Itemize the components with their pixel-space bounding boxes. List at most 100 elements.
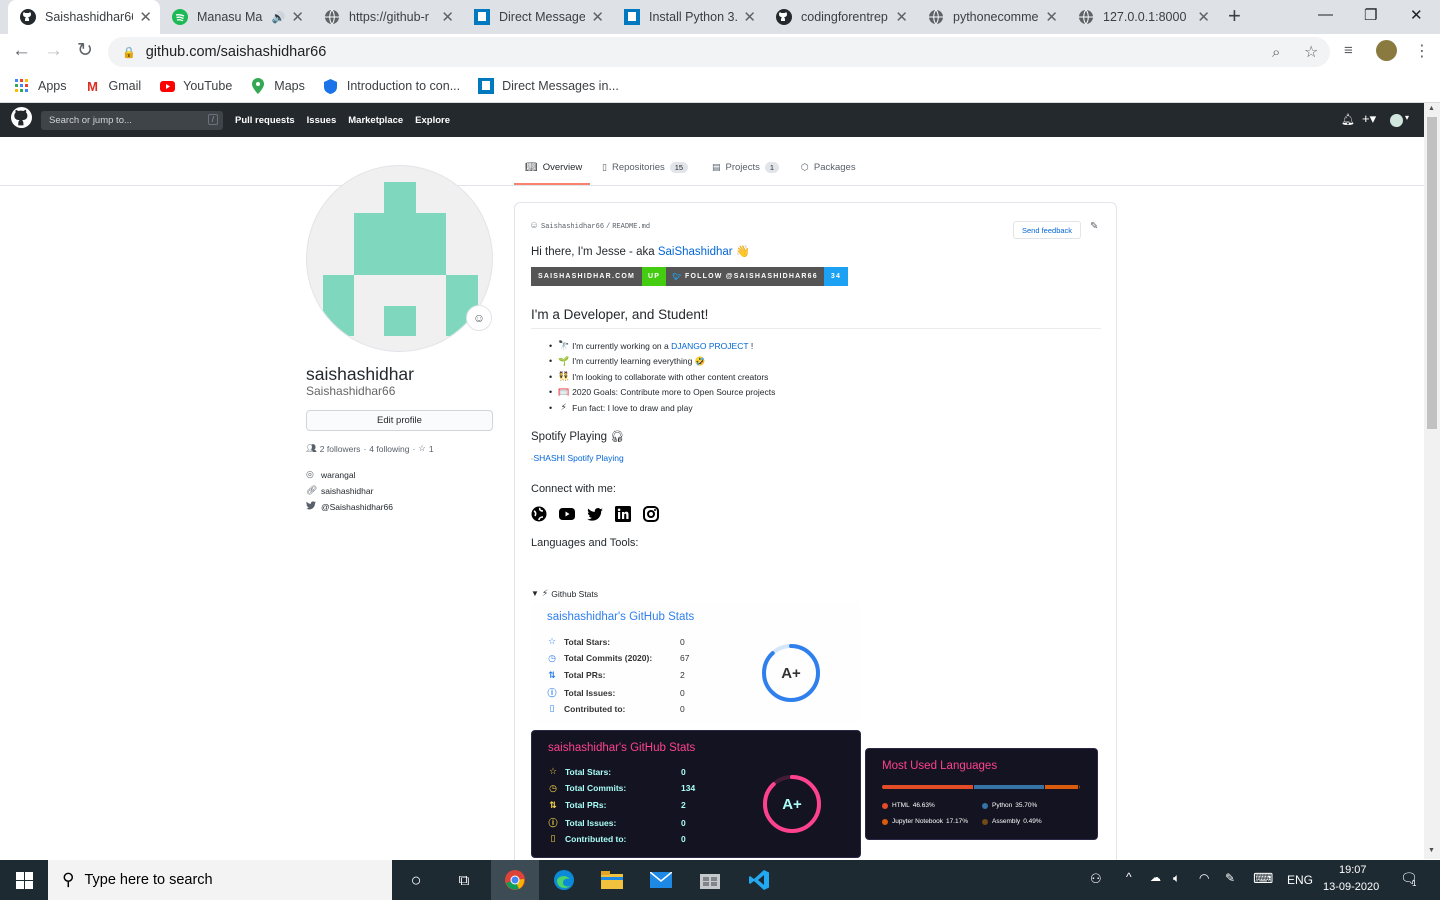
- close-icon[interactable]: ✕: [291, 8, 304, 26]
- taskbar-search-box[interactable]: ⚲ Type here to search: [48, 860, 392, 900]
- greeting-link[interactable]: SaiShashidhar: [658, 246, 733, 258]
- mail-icon[interactable]: [637, 860, 685, 900]
- twitter-link[interactable]: @Saishashidhar66: [321, 502, 393, 512]
- tab-overview[interactable]: 📖︎ Overview: [525, 162, 582, 173]
- nav-marketplace[interactable]: Marketplace: [348, 115, 403, 126]
- github-stats-details-toggle[interactable]: ▼ ⚡ Github Stats: [531, 588, 598, 599]
- close-icon[interactable]: ✕: [1045, 8, 1058, 26]
- github-logo-icon[interactable]: [11, 107, 32, 133]
- page-scrollbar[interactable]: ▲ ▼: [1424, 103, 1440, 859]
- browser-tab-1[interactable]: Saishashidhar66 ✕: [8, 0, 160, 34]
- people-icon[interactable]: ⚇: [1090, 871, 1102, 887]
- browser-tab-5[interactable]: Install Python 3. ✕: [612, 0, 764, 34]
- scroll-down-arrow[interactable]: ▼: [1428, 847, 1435, 854]
- close-icon[interactable]: ✕: [139, 8, 152, 26]
- set-status-button[interactable]: ☺: [466, 305, 492, 331]
- linkedin-icon[interactable]: [615, 506, 631, 522]
- reload-button[interactable]: ↻: [77, 41, 93, 61]
- bookmark-gmail[interactable]: M Gmail: [85, 78, 141, 94]
- clock-date[interactable]: 13-09-2020: [1323, 881, 1379, 893]
- reading-list-icon[interactable]: ≡: [1344, 42, 1353, 59]
- stars-link[interactable]: 1: [429, 444, 434, 454]
- globe-icon[interactable]: [531, 506, 547, 522]
- twitter-item[interactable]: @Saishashidhar66: [306, 501, 393, 512]
- followers-link[interactable]: 2 followers: [320, 444, 361, 454]
- nav-issues[interactable]: Issues: [307, 115, 337, 126]
- bookmark-apps[interactable]: Apps: [14, 78, 67, 94]
- start-button[interactable]: [0, 860, 48, 900]
- tab-packages[interactable]: ⬡ Packages: [801, 162, 856, 173]
- twitter-follow-badge[interactable]: 🐦︎ FOLLOW @SAISHASHIDHAR66 34: [666, 267, 849, 286]
- vscode-icon[interactable]: [735, 860, 783, 900]
- bookmark-youtube[interactable]: YouTube: [159, 78, 232, 94]
- tab-repositories[interactable]: ▯ Repositories 15: [602, 162, 689, 173]
- avatar[interactable]: [306, 165, 493, 352]
- chevron-down-icon[interactable]: ▾: [1405, 113, 1409, 122]
- chrome-icon[interactable]: [491, 860, 539, 900]
- scroll-up-arrow[interactable]: ▲: [1428, 105, 1435, 112]
- browser-tab-8[interactable]: 127.0.0.1:8000 ✕: [1066, 0, 1218, 34]
- new-tab-button[interactable]: +: [1228, 4, 1241, 28]
- nav-pull-requests[interactable]: Pull requests: [235, 115, 295, 126]
- profile-avatar-icon[interactable]: [1376, 40, 1397, 61]
- bookmark-maps[interactable]: Maps: [250, 78, 305, 94]
- edit-profile-button[interactable]: Edit profile: [306, 410, 493, 431]
- close-icon[interactable]: ✕: [1197, 8, 1210, 26]
- edit-pencil-icon[interactable]: ✎: [1090, 221, 1098, 232]
- bookmark-direct-messages[interactable]: Direct Messages in...: [478, 78, 619, 94]
- file-explorer-icon[interactable]: [588, 860, 636, 900]
- address-bar[interactable]: 🔒 github.com/saishashidhar66 ⌕ ☆: [108, 37, 1330, 67]
- nav-explore[interactable]: Explore: [415, 115, 450, 126]
- cortana-icon[interactable]: ○: [392, 860, 440, 900]
- github-search-input[interactable]: Search or jump to... /: [41, 110, 223, 130]
- tab-projects[interactable]: ▤ Projects 1: [712, 162, 780, 173]
- minimize-button[interactable]: —: [1318, 6, 1333, 23]
- browser-tab-3[interactable]: https://github-r ✕: [312, 0, 462, 34]
- following-link[interactable]: 4 following: [369, 444, 409, 454]
- django-project-link[interactable]: DJANGO PROJECT: [671, 341, 748, 351]
- url-text[interactable]: github.com/saishashidhar66: [146, 44, 327, 60]
- instagram-icon[interactable]: [643, 506, 659, 522]
- user-menu-icon[interactable]: [1390, 114, 1403, 127]
- network-status-icon[interactable]: ☁︎: [1150, 871, 1161, 884]
- lock-icon[interactable]: 🔒: [122, 46, 136, 59]
- restore-button[interactable]: ❐: [1364, 6, 1377, 24]
- pen-icon[interactable]: ✎: [1225, 871, 1235, 885]
- browser-tab-7[interactable]: pythonecommer ✕: [916, 0, 1066, 34]
- keyboard-icon[interactable]: ⌨︎: [1253, 870, 1273, 887]
- close-icon[interactable]: ✕: [743, 8, 756, 26]
- readme-path-user[interactable]: Saishashidhar66: [541, 223, 604, 231]
- store-icon[interactable]: [686, 860, 734, 900]
- spotify-image-link[interactable]: ▫SHASHI Spotify Playing: [531, 453, 624, 463]
- close-icon[interactable]: ✕: [441, 8, 454, 26]
- window-close-button[interactable]: ✕: [1410, 6, 1423, 24]
- browser-tab-4[interactable]: Direct Messages ✕: [462, 0, 612, 34]
- menu-icon[interactable]: ⋮: [1414, 41, 1430, 61]
- website-item[interactable]: 🔗︎ saishashidhar: [306, 485, 373, 496]
- create-new-icon[interactable]: +▾: [1362, 111, 1376, 127]
- input-language[interactable]: ENG: [1287, 873, 1313, 887]
- speaker-icon[interactable]: 🔊: [272, 11, 286, 24]
- chevron-up-icon[interactable]: ^: [1126, 870, 1132, 884]
- zoom-icon[interactable]: ⌕: [1272, 44, 1280, 61]
- volume-icon[interactable]: 🔈︎: [1173, 871, 1180, 886]
- website-badge[interactable]: SAISHASHIDHAR.COM UP: [531, 267, 667, 286]
- youtube-icon[interactable]: [559, 506, 575, 522]
- website-link[interactable]: saishashidhar: [321, 486, 373, 496]
- browser-tab-6[interactable]: codingforentrep ✕: [764, 0, 916, 34]
- readme-path-file[interactable]: README.md: [612, 223, 650, 231]
- twitter-icon[interactable]: [587, 506, 603, 522]
- scrollbar-thumb[interactable]: [1427, 117, 1437, 429]
- browser-tab-2[interactable]: Manasu Ma 🔊 ✕: [160, 0, 312, 34]
- clock-time[interactable]: 19:07: [1339, 864, 1367, 876]
- close-icon[interactable]: ✕: [591, 8, 604, 26]
- wifi-icon[interactable]: ◠: [1199, 871, 1209, 885]
- forward-button[interactable]: →: [44, 41, 63, 61]
- star-icon[interactable]: ☆: [1304, 42, 1318, 62]
- edge-icon[interactable]: [540, 860, 588, 900]
- close-icon[interactable]: ✕: [895, 8, 908, 26]
- bell-icon[interactable]: 🔔︎: [1341, 113, 1355, 126]
- back-button[interactable]: ←: [12, 41, 31, 61]
- send-feedback-button[interactable]: Send feedback: [1013, 221, 1082, 239]
- bookmark-introduction[interactable]: Introduction to con...: [323, 78, 460, 94]
